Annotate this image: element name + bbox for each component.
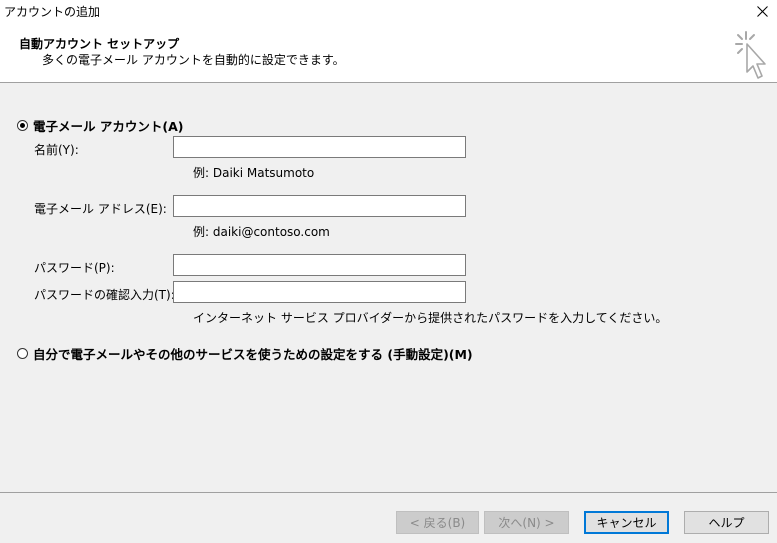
footer-bar: < 戻る(B) 次へ(N) > キャンセル ヘルプ	[0, 492, 777, 543]
password-hint: インターネット サービス プロバイダーから提供されたパスワードを入力してください…	[193, 311, 668, 325]
title-bar: アカウントの追加	[0, 0, 777, 22]
close-icon	[756, 5, 768, 17]
password-confirm-input[interactable]	[173, 281, 466, 303]
cancel-button[interactable]: キャンセル	[584, 511, 669, 534]
email-input[interactable]	[173, 195, 466, 217]
name-hint: 例: Daiki Matsumoto	[193, 166, 315, 180]
password-confirm-label: パスワードの確認入力(T):	[34, 288, 175, 302]
password-label: パスワード(P):	[34, 261, 115, 275]
email-hint: 例: daiki@contoso.com	[193, 225, 330, 239]
header-subtitle: 多くの電子メール アカウントを自動的に設定できます。	[42, 53, 345, 67]
password-input[interactable]	[173, 254, 466, 276]
next-button[interactable]: 次へ(N) >	[484, 511, 569, 534]
name-input[interactable]	[173, 136, 466, 158]
window-title: アカウントの追加	[4, 5, 101, 19]
cursor-sparkle-icon	[735, 31, 766, 79]
name-label: 名前(Y):	[34, 143, 79, 157]
email-label: 電子メール アドレス(E):	[34, 202, 167, 216]
help-button[interactable]: ヘルプ	[684, 511, 769, 534]
manual-setup-label: 自分で電子メールやその他のサービスを使うための設定をする (手動設定)(M)	[33, 347, 473, 362]
header-title: 自動アカウント セットアップ	[19, 37, 180, 51]
email-account-radio[interactable]: 電子メール アカウント(A)	[17, 116, 183, 135]
radio-selected-icon	[17, 120, 28, 131]
radio-unselected-icon	[17, 348, 28, 359]
header-panel: 自動アカウント セットアップ 多くの電子メール アカウントを自動的に設定できます…	[0, 22, 777, 83]
email-account-label: 電子メール アカウント(A)	[33, 119, 184, 134]
close-button[interactable]	[747, 0, 777, 22]
manual-setup-radio[interactable]: 自分で電子メールやその他のサービスを使うための設定をする (手動設定)(M)	[17, 344, 473, 363]
back-button[interactable]: < 戻る(B)	[396, 511, 479, 534]
